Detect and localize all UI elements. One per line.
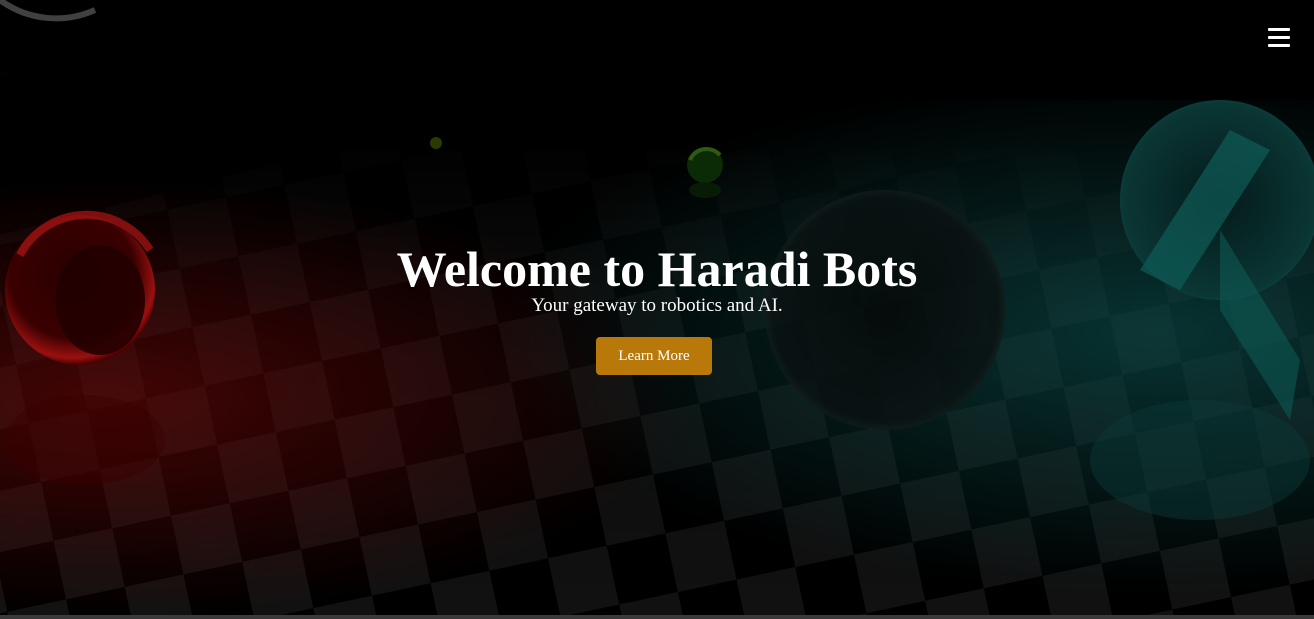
hero-title: Welcome to Haradi Bots (396, 241, 918, 297)
hero-section: Welcome to Haradi Bots Your gateway to r… (0, 0, 1314, 619)
hamburger-menu-button[interactable] (1262, 22, 1296, 54)
hamburger-menu-icon-bar (1268, 44, 1290, 47)
hero-subtitle: Your gateway to robotics and AI. (531, 295, 783, 316)
bottom-edge-divider (0, 615, 1314, 619)
learn-more-button[interactable]: Learn More (596, 337, 712, 375)
hero-content: Welcome to Haradi Bots Your gateway to r… (0, 0, 1314, 619)
hamburger-menu-icon (1268, 28, 1290, 31)
hamburger-menu-icon-bar (1268, 36, 1290, 39)
